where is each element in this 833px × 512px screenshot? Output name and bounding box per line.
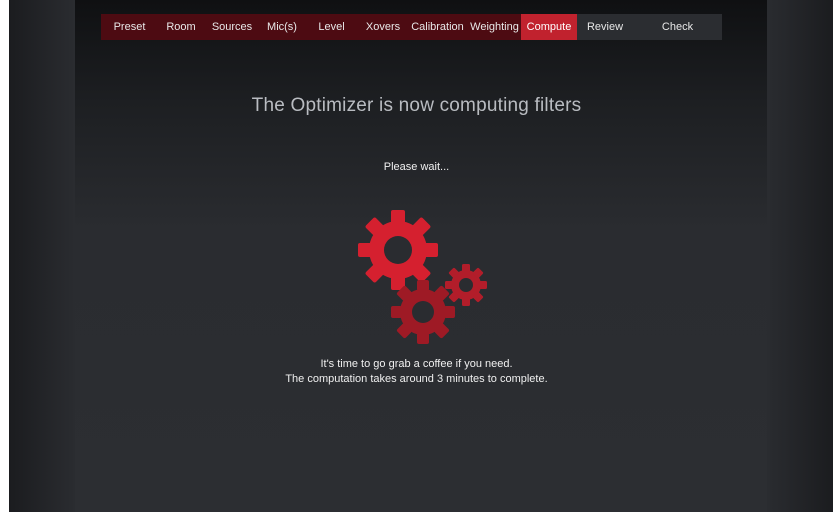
gears-icon	[358, 210, 487, 344]
nav-step-review[interactable]: Review	[577, 14, 633, 40]
info-message: It's time to go grab a coffee if you nee…	[0, 357, 833, 387]
nav-step-xovers[interactable]: Xovers	[359, 14, 407, 40]
nav-step-weighting[interactable]: Weighting	[468, 14, 521, 40]
gear-small-icon	[445, 264, 487, 306]
nav-step-preset[interactable]: Preset	[101, 14, 158, 40]
nav-step-sources[interactable]: Sources	[204, 14, 260, 40]
nav-step-compute[interactable]: Compute	[521, 14, 577, 40]
wizard-steps-nav: Preset Room Sources Mic(s) Level Xovers …	[101, 14, 722, 40]
nav-step-calibration[interactable]: Calibration	[407, 14, 468, 40]
gear-medium-icon	[391, 280, 455, 344]
left-margin	[9, 0, 75, 512]
nav-step-room[interactable]: Room	[158, 14, 204, 40]
page-title: The Optimizer is now computing filters	[251, 95, 582, 116]
right-margin	[767, 0, 833, 512]
gear-large-icon	[358, 210, 438, 290]
nav-step-level[interactable]: Level	[304, 14, 359, 40]
info-line-1: It's time to go grab a coffee if you nee…	[320, 358, 513, 370]
info-line-2: The computation takes around 3 minutes t…	[285, 373, 548, 385]
status-text: Please wait...	[383, 161, 450, 173]
nav-step-mics[interactable]: Mic(s)	[260, 14, 304, 40]
nav-step-check[interactable]: Check	[633, 14, 722, 40]
